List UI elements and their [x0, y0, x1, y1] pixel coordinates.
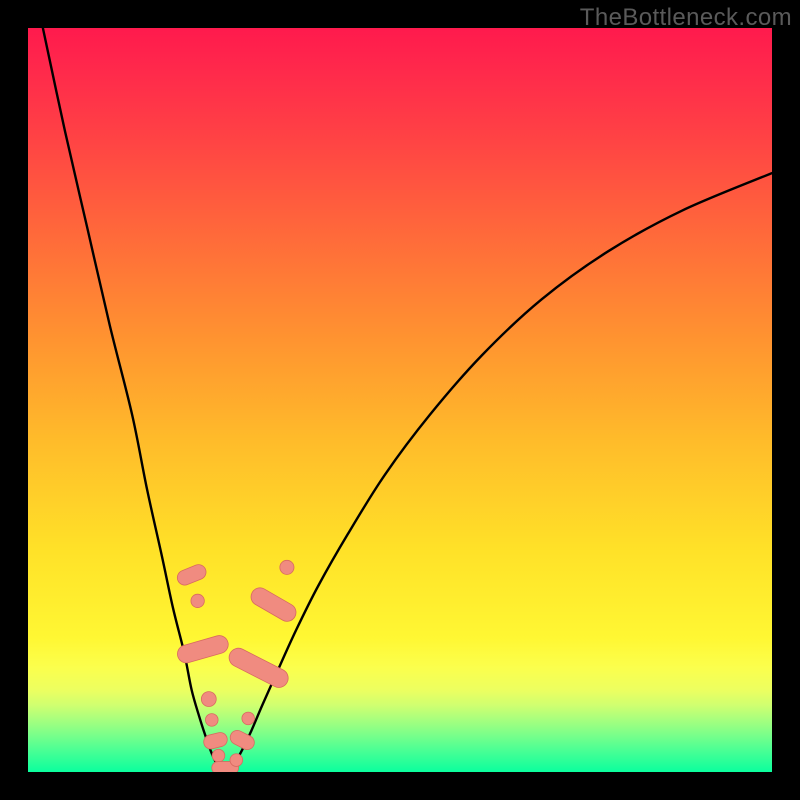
curve-group — [43, 28, 772, 770]
chart-svg — [28, 28, 772, 772]
data-marker — [175, 633, 230, 665]
data-marker — [230, 754, 243, 767]
data-marker — [280, 560, 294, 574]
data-marker — [205, 714, 218, 727]
data-marker — [242, 712, 255, 725]
data-marker — [248, 585, 299, 625]
data-marker — [202, 731, 229, 750]
data-marker — [212, 749, 225, 762]
data-marker — [175, 562, 208, 587]
data-marker — [201, 692, 216, 707]
chart-root: TheBottleneck.com — [0, 0, 800, 800]
data-marker — [226, 645, 291, 691]
data-marker — [191, 594, 204, 607]
plot-area — [28, 28, 772, 772]
curve-right-branch — [229, 173, 772, 770]
